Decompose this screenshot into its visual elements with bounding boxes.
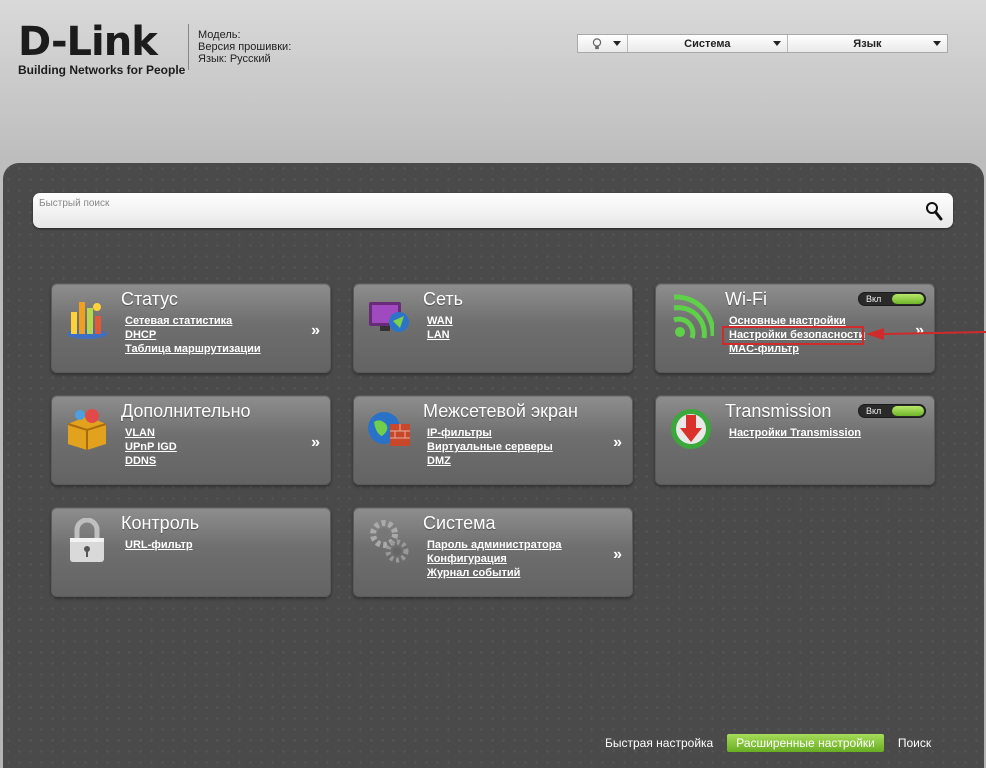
- link-dhcp[interactable]: DHCP: [125, 328, 261, 342]
- language-dropdown[interactable]: Язык: [788, 35, 947, 52]
- link-dmz[interactable]: DMZ: [427, 454, 553, 468]
- tile-title: Система: [423, 513, 496, 533]
- header-divider: [188, 24, 189, 70]
- annotation-highlight: [722, 326, 864, 345]
- brand-name: D-Link: [18, 19, 158, 65]
- quick-setup-link[interactable]: Быстрая настройка: [605, 736, 713, 750]
- tile-system: Система Пароль администратора Конфигурац…: [353, 507, 633, 597]
- chevron-down-icon: [772, 41, 781, 46]
- link-transmission-settings[interactable]: Настройки Transmission: [729, 426, 861, 440]
- toggle-label: Вкл: [866, 406, 882, 416]
- tile-title: Сеть: [423, 289, 464, 309]
- lightbulb-dropdown[interactable]: [578, 35, 628, 52]
- link-wan[interactable]: WAN: [427, 314, 453, 328]
- search-icon[interactable]: [925, 201, 943, 221]
- search-input[interactable]: [39, 195, 899, 211]
- language-dropdown-label: Язык: [853, 37, 882, 50]
- status-chart-icon: [67, 302, 107, 339]
- padlock-icon: [70, 518, 104, 562]
- tile-title: Статус: [121, 289, 178, 309]
- advanced-box-icon: [67, 409, 107, 450]
- transmission-download-icon: [671, 409, 711, 449]
- chevron-down-icon: [932, 41, 941, 46]
- link-url-filter[interactable]: URL-фильтр: [125, 538, 193, 552]
- network-monitor-icon: [369, 302, 409, 332]
- link-configuration[interactable]: Конфигурация: [427, 552, 562, 566]
- top-menu-bar: Система Язык: [577, 34, 948, 53]
- link-admin-password[interactable]: Пароль администратора: [427, 538, 562, 552]
- gears-icon: [370, 520, 409, 563]
- system-dropdown[interactable]: Система: [628, 35, 788, 52]
- system-dropdown-label: Система: [684, 37, 731, 50]
- tile-title: Дополнительно: [121, 401, 251, 421]
- wifi-icon: [673, 294, 714, 339]
- link-event-log[interactable]: Журнал событий: [427, 566, 562, 580]
- toggle-knob: [892, 294, 924, 304]
- transmission-toggle[interactable]: Вкл: [858, 404, 926, 418]
- toggle-knob: [892, 406, 924, 416]
- tile-status: Статус Сетевая статистика DHCP Таблица м…: [51, 283, 331, 373]
- dlink-logo: D-Link Building Networks for People: [18, 19, 186, 77]
- tile-firewall: Межсетевой экран IP-фильтры Виртуальные …: [353, 395, 633, 485]
- toggle-label: Вкл: [866, 294, 882, 304]
- link-vlan[interactable]: VLAN: [125, 426, 177, 440]
- search-link[interactable]: Поиск: [898, 736, 931, 750]
- expand-arrow[interactable]: »: [311, 434, 320, 452]
- lightbulb-icon: [593, 37, 602, 49]
- wifi-toggle[interactable]: Вкл: [858, 292, 926, 306]
- firmware-label: Версия прошивки:: [198, 41, 292, 53]
- chevron-down-icon: [612, 41, 621, 46]
- model-label: Модель:: [198, 29, 241, 41]
- tile-control: Контроль URL-фильтр: [51, 507, 331, 597]
- link-ip-filters[interactable]: IP-фильтры: [427, 426, 553, 440]
- firewall-globe-icon: [368, 412, 410, 446]
- link-ddns[interactable]: DDNS: [125, 454, 177, 468]
- quick-search-bar: [33, 193, 953, 228]
- link-routing-table[interactable]: Таблица маршрутизации: [125, 342, 261, 356]
- expand-arrow[interactable]: »: [613, 434, 622, 452]
- link-virtual-servers[interactable]: Виртуальные серверы: [427, 440, 553, 454]
- tile-title: Контроль: [121, 513, 200, 533]
- tile-transmission: Transmission Вкл Настройки Transmission: [655, 395, 935, 485]
- link-network-stats[interactable]: Сетевая статистика: [125, 314, 261, 328]
- tile-title: Wi-Fi: [725, 289, 767, 309]
- annotation-arrow-icon: [866, 328, 986, 340]
- brand-tagline: Building Networks for People: [18, 63, 186, 77]
- advanced-settings-button[interactable]: Расширенные настройки: [727, 734, 884, 752]
- device-info: Модель: Версия прошивки: Язык: Русский: [198, 29, 291, 65]
- tile-title: Transmission: [725, 401, 832, 421]
- expand-arrow[interactable]: »: [311, 322, 320, 340]
- tile-title: Межсетевой экран: [423, 401, 578, 421]
- language-label: Язык: Русский: [198, 53, 271, 65]
- tile-network: Сеть WAN LAN: [353, 283, 633, 373]
- tile-advanced: Дополнительно VLAN UPnP IGD DDNS »: [51, 395, 331, 485]
- expand-arrow[interactable]: »: [613, 546, 622, 564]
- link-upnp[interactable]: UPnP IGD: [125, 440, 177, 454]
- link-lan[interactable]: LAN: [427, 328, 453, 342]
- bottom-nav: Быстрая настройка Расширенные настройки …: [605, 734, 931, 752]
